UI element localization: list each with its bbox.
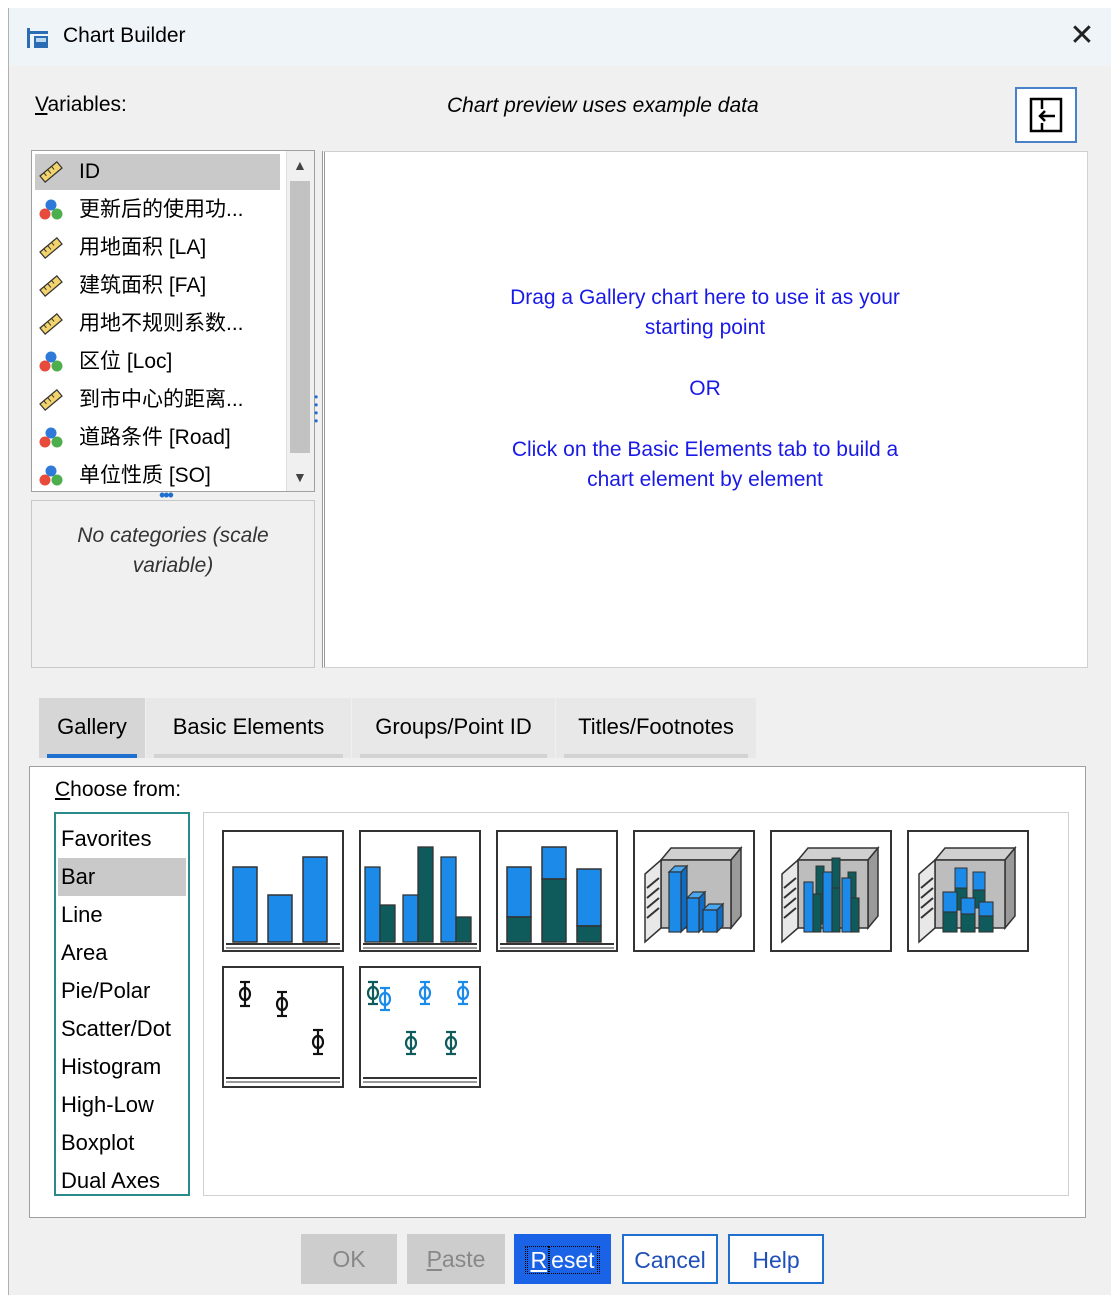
clustered-3d-bar-thumbnail[interactable]: [770, 830, 892, 952]
variables-label: Variables:: [35, 93, 127, 116]
stacked-3d-bar-thumbnail[interactable]: [907, 830, 1029, 952]
variables-scrollbar[interactable]: ▲ ▼: [286, 151, 314, 491]
variable-item[interactable]: 更新后的使用功...: [35, 192, 280, 228]
stacked-3d-bar-icon: [918, 845, 1017, 944]
variable-label: 用地面积 [LA]: [79, 236, 207, 259]
scrollbar-thumb[interactable]: [290, 181, 310, 453]
canvas-or: OR: [689, 377, 721, 400]
chart-canvas[interactable]: Drag a Gallery chart here to use it as y…: [322, 151, 1088, 668]
tab-groups-point-id[interactable]: Groups/Point ID: [352, 698, 555, 758]
chart-preview-note: Chart preview uses example data: [447, 94, 759, 117]
variable-item[interactable]: 区位 [Loc]: [35, 344, 280, 380]
variable-item[interactable]: 用地面积 [LA]: [35, 230, 280, 266]
variable-item[interactable]: 到市中心的距离...: [35, 382, 280, 418]
window-title: Chart Builder: [63, 24, 186, 47]
collapse-panel-icon: [1029, 97, 1063, 133]
variable-label: 用地不规则系数...: [79, 312, 244, 335]
nominal-icon: [39, 427, 63, 448]
choose-from-label: Choose from:: [55, 778, 182, 801]
scale-ruler-icon: [39, 161, 63, 183]
variable-item[interactable]: 建筑面积 [FA]: [35, 268, 280, 304]
scale-ruler-icon: [39, 275, 63, 297]
help-button[interactable]: Help: [728, 1234, 824, 1284]
variable-item[interactable]: 用地不规则系数...: [35, 306, 280, 342]
chart-type-scatter-dot[interactable]: Scatter/Dot: [58, 1010, 186, 1048]
variable-item-id[interactable]: ID: [35, 154, 280, 190]
chart-type-histogram[interactable]: Histogram: [58, 1048, 186, 1086]
scale-ruler-icon: [39, 313, 63, 335]
close-icon: ✕: [1069, 19, 1095, 52]
nominal-icon: [39, 351, 63, 372]
cancel-button[interactable]: Cancel: [622, 1234, 718, 1284]
scale-ruler-icon: [39, 237, 63, 259]
variable-item[interactable]: 单位性质 [SO]: [35, 458, 280, 491]
clustered-error-bar-icon: [363, 980, 477, 1083]
scroll-up-icon[interactable]: ▲: [293, 157, 307, 173]
canvas-instruction-1: Drag a Gallery chart here to use it as y…: [510, 286, 900, 309]
variable-label: 道路条件 [Road]: [79, 426, 231, 449]
simple-bar-thumbnail[interactable]: [222, 830, 344, 952]
collapse-panel-button[interactable]: [1015, 87, 1077, 143]
scroll-down-icon[interactable]: ▼: [293, 469, 307, 485]
simple-bar-icon: [226, 856, 340, 949]
simple-3d-bar-thumbnail[interactable]: [633, 830, 755, 952]
clustered-3d-bar-icon: [781, 845, 880, 944]
variable-label: ID: [79, 160, 100, 183]
variable-label: 区位 [Loc]: [79, 350, 173, 373]
categories-panel: No categories (scale variable): [31, 500, 315, 668]
simple-3d-bar-icon: [644, 845, 743, 944]
scale-ruler-icon: [39, 389, 63, 411]
nominal-icon: [39, 199, 63, 220]
chart-builder-dialog: Chart Builder ✕ Variables: Chart preview…: [8, 8, 1111, 1295]
variable-item[interactable]: 道路条件 [Road]: [35, 420, 280, 456]
stacked-bar-thumbnail[interactable]: [496, 830, 618, 952]
tab-basic-elements[interactable]: Basic Elements: [146, 698, 351, 758]
vertical-splitter-handle[interactable]: • • • •: [314, 391, 320, 427]
stacked-bar-icon: [500, 846, 614, 949]
chart-type-dual-axes[interactable]: Dual Axes: [58, 1162, 186, 1200]
variable-label: 单位性质 [SO]: [79, 464, 211, 487]
variable-label: 建筑面积 [FA]: [79, 274, 207, 297]
tab-titles-footnotes[interactable]: Titles/Footnotes: [556, 698, 756, 758]
clustered-bar-thumbnail[interactable]: [359, 830, 481, 952]
chart-builder-app-icon: [27, 28, 48, 48]
simple-error-bar-thumbnail[interactable]: [222, 966, 344, 1088]
paste-button[interactable]: Paste: [407, 1234, 505, 1284]
simple-error-bar-icon: [226, 980, 340, 1083]
canvas-instruction-4: chart element by element: [587, 468, 823, 491]
chart-type-pie-polar[interactable]: Pie/Polar: [58, 972, 186, 1010]
title-bar: Chart Builder ✕: [9, 8, 1111, 66]
chart-type-bar[interactable]: Bar: [58, 858, 186, 896]
variable-label: 到市中心的距离...: [79, 388, 244, 411]
clustered-error-bar-thumbnail[interactable]: [359, 966, 481, 1088]
chart-type-area[interactable]: Area: [58, 934, 186, 972]
chart-type-list[interactable]: Favorites Bar Line Area Pie/Polar Scatte…: [54, 812, 190, 1196]
gallery-thumbnails: [203, 812, 1069, 1196]
nominal-icon: [39, 465, 63, 486]
variables-list[interactable]: ID 更新后的使用功... 用地面积 [LA] 建筑面积 [FA] 用地不规则系…: [31, 150, 315, 492]
reset-button[interactable]: Reset: [514, 1234, 611, 1284]
tab-gallery[interactable]: Gallery: [39, 698, 145, 758]
canvas-instruction-2: starting point: [644, 316, 766, 339]
chart-type-favorites[interactable]: Favorites: [58, 820, 186, 858]
chart-type-line[interactable]: Line: [58, 896, 186, 934]
clustered-bar-icon: [363, 846, 477, 949]
close-button[interactable]: ✕: [1062, 18, 1102, 56]
chart-type-high-low[interactable]: High-Low: [58, 1086, 186, 1124]
chart-type-boxplot[interactable]: Boxplot: [58, 1124, 186, 1162]
ok-button[interactable]: OK: [301, 1234, 397, 1284]
canvas-instruction-3: Click on the Basic Elements tab to build…: [511, 438, 899, 461]
variable-label: 更新后的使用功...: [79, 198, 244, 221]
